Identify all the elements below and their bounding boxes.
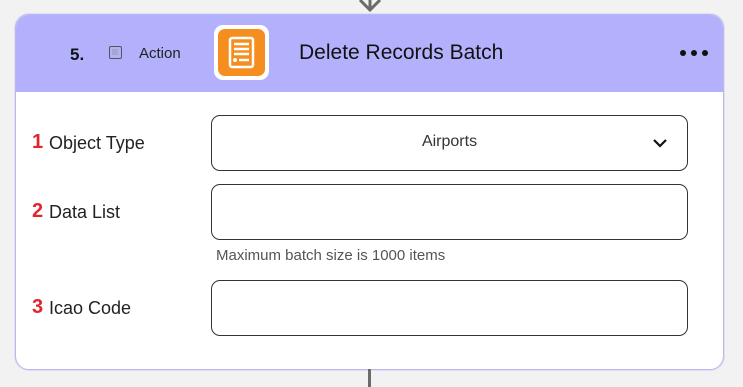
icao-code-label: Icao Code [49,298,132,318]
field-number-1: 1 [32,131,44,153]
object-type-label: Object Type [49,133,145,153]
field-number-2: 2 [32,200,44,222]
step-header[interactable]: 5. Action Delete Records Batch [16,15,723,92]
step-type-label: Action [139,45,181,62]
data-list-hint: Maximum batch size is 1000 items [216,247,446,264]
data-list-input[interactable] [211,184,688,240]
step-select-checkbox[interactable] [109,46,122,59]
workflow-canvas: 5. Action Delete Records Batch 1 Object … [0,0,743,387]
chevron-down-icon [653,139,667,148]
list-document-icon [228,36,255,69]
object-type-value: Airports [421,133,478,150]
step-card: 5. Action Delete Records Batch 1 Object … [15,14,724,370]
data-list-label: Data List [49,202,121,222]
connector-line [368,369,371,387]
step-title: Delete Records Batch [299,41,504,64]
field-number-3: 3 [32,296,44,318]
ellipsis-icon [680,50,686,56]
more-options-button[interactable] [679,41,709,63]
object-type-select[interactable]: Airports [211,115,688,171]
icao-code-input[interactable] [211,280,688,336]
app-icon [214,25,269,80]
step-number: 5. [70,45,85,64]
